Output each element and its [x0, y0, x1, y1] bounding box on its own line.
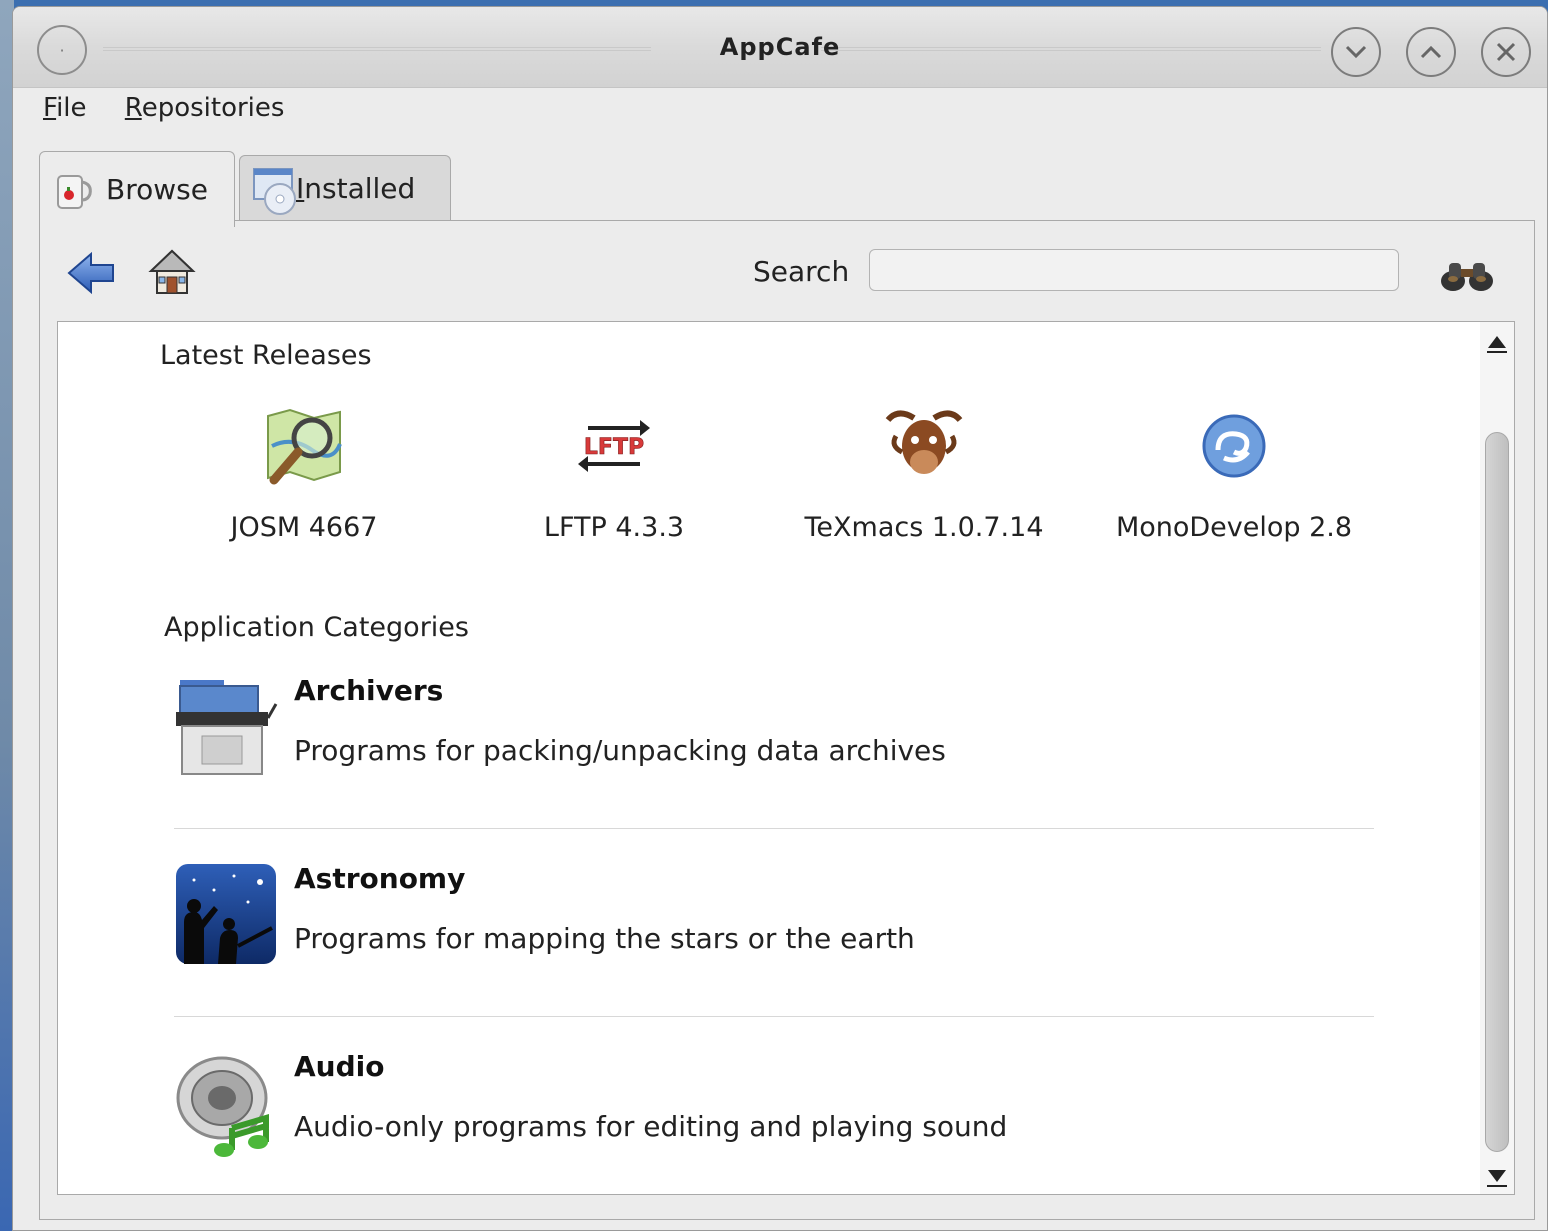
- binoculars-icon: [1441, 263, 1493, 291]
- category-description: Programs for packing/unpacking data arch…: [294, 734, 946, 767]
- search-label: Search: [753, 255, 850, 288]
- release-item[interactable]: JOSM 4667: [154, 406, 454, 543]
- scroll-down-button[interactable]: [1484, 1160, 1510, 1190]
- tab-browse[interactable]: Browse: [39, 151, 235, 227]
- back-arrow-icon: [67, 251, 114, 295]
- category-name: Audio: [294, 1050, 385, 1083]
- monodevelop-swirl-icon: [1194, 406, 1274, 486]
- release-name: JOSM 4667: [230, 512, 378, 543]
- maximize-button[interactable]: [1406, 27, 1456, 77]
- category-name: Astronomy: [294, 862, 466, 895]
- back-button[interactable]: [67, 251, 117, 295]
- category-description: Audio-only programs for editing and play…: [294, 1110, 1008, 1143]
- application-categories-heading: Application Categories: [164, 612, 469, 643]
- category-separator: [174, 828, 1374, 829]
- category-item-audio[interactable]: Audio Audio-only programs for editing an…: [174, 1050, 1374, 1160]
- tab-installed[interactable]: Installed: [239, 155, 451, 221]
- tab-installed-label-rest: nstalled: [304, 172, 416, 205]
- coffee-mug-icon: [54, 168, 94, 212]
- scroll-up-icon: [1487, 336, 1507, 353]
- category-name: Archivers: [294, 674, 444, 707]
- category-item-astronomy[interactable]: Astronomy Programs for mapping the stars…: [174, 862, 1374, 972]
- titlebar: · AppCafe: [13, 7, 1547, 88]
- home-button[interactable]: [147, 247, 197, 297]
- scrollbar-thumb[interactable]: [1485, 432, 1509, 1152]
- installed-disc-icon: [250, 167, 296, 215]
- latest-releases-heading: Latest Releases: [160, 340, 372, 371]
- category-description: Programs for mapping the stars or the ea…: [294, 922, 915, 955]
- close-button[interactable]: [1481, 27, 1531, 77]
- menu-repositories-mnemonic: R: [124, 93, 142, 123]
- close-icon: [1496, 42, 1516, 62]
- chevron-down-icon: [1345, 45, 1367, 59]
- menu-repositories-label: epositories: [141, 93, 285, 123]
- scrollbar-track-top: [1485, 358, 1509, 432]
- menu-file[interactable]: File: [43, 93, 87, 123]
- josm-map-magnifier-icon: [264, 406, 344, 486]
- browse-content: Latest Releases JOSM 4667 LFTP LFTP 4.3.…: [57, 321, 1515, 1195]
- scroll-up-button[interactable]: [1484, 328, 1510, 358]
- lftp-arrows-icon: LFTP: [574, 406, 654, 486]
- search-input[interactable]: [869, 249, 1399, 291]
- menu-file-label: ile: [56, 93, 87, 123]
- scroll-down-icon: [1487, 1170, 1507, 1187]
- tab-browse-label: Browse: [106, 173, 208, 206]
- menubar: File Repositories: [43, 93, 314, 133]
- vertical-scrollbar[interactable]: [1480, 322, 1514, 1194]
- chevron-up-icon: [1420, 45, 1442, 59]
- menu-file-mnemonic: F: [43, 93, 57, 123]
- window-title: AppCafe: [719, 33, 841, 61]
- tab-installed-label: Installed: [296, 172, 415, 205]
- menu-repositories[interactable]: Repositories: [125, 93, 285, 123]
- home-icon: [148, 249, 196, 294]
- speaker-music-note-icon: [174, 1050, 278, 1157]
- release-name: MonoDevelop 2.8: [1115, 512, 1353, 543]
- search-button[interactable]: [1439, 257, 1495, 293]
- release-name: LFTP 4.3.3: [543, 512, 685, 543]
- minimize-button[interactable]: [1331, 27, 1381, 77]
- release-item[interactable]: TeXmacs 1.0.7.14: [774, 406, 1074, 543]
- release-item[interactable]: LFTP LFTP 4.3.3: [464, 406, 764, 543]
- svg-text:LFTP: LFTP: [584, 435, 644, 460]
- category-separator: [174, 1016, 1374, 1017]
- gnu-head-icon: [884, 406, 964, 486]
- release-item[interactable]: MonoDevelop 2.8: [1084, 406, 1384, 543]
- stargazers-icon: [174, 862, 278, 966]
- category-item-archivers[interactable]: Archivers Programs for packing/unpacking…: [174, 674, 1374, 784]
- release-name: TeXmacs 1.0.7.14: [804, 512, 1044, 543]
- appcafe-window: · AppCafe File Repositories Browse Insta…: [12, 6, 1548, 1231]
- archive-box-icon: [174, 674, 278, 778]
